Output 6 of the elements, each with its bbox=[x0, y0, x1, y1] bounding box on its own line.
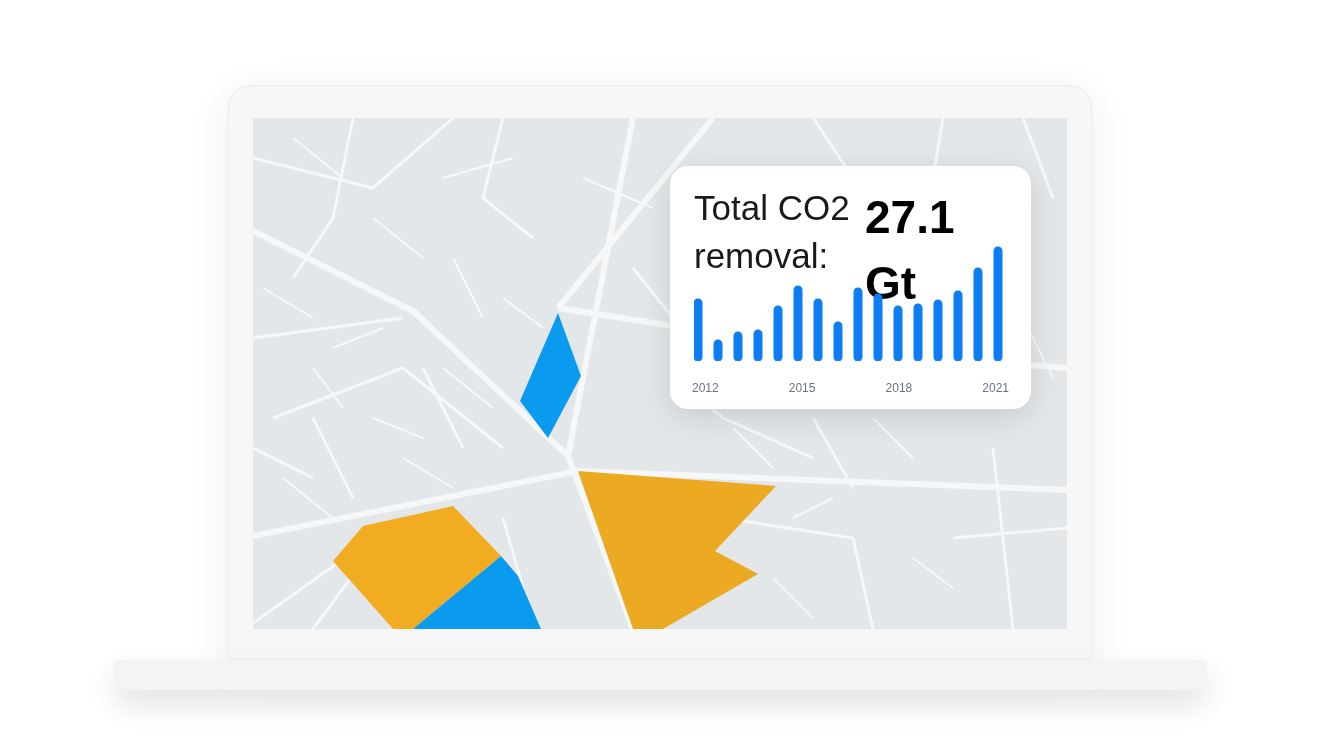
year-label: 2012 bbox=[692, 380, 719, 397]
card-title: Total CO2 removal: bbox=[694, 187, 851, 277]
year-label: 2018 bbox=[885, 380, 913, 397]
year-label: 2015 bbox=[788, 380, 816, 397]
year-label: 2021 bbox=[982, 380, 1009, 397]
total-value: 27.1 Gt bbox=[865, 190, 956, 311]
